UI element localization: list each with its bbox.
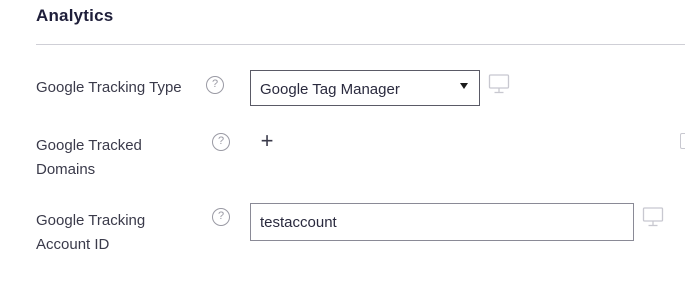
tracking-type-select[interactable]: Google Tag Manager <box>250 70 480 106</box>
tracked-domains-label-line1: Google Tracked <box>36 137 142 154</box>
tracking-type-selected-value: Google Tag Manager <box>260 81 400 98</box>
question-circle-icon[interactable]: ? <box>212 208 230 226</box>
question-circle-icon[interactable]: ? <box>212 133 230 151</box>
monitor-icon[interactable] <box>642 206 664 228</box>
chevron-down-icon <box>460 83 468 89</box>
section-title: Analytics <box>36 6 114 25</box>
monitor-icon[interactable] <box>680 133 685 149</box>
tracked-domains-label-line2: Domains <box>36 161 96 178</box>
tracking-type-label: Google Tracking Type <box>36 79 182 96</box>
monitor-icon[interactable] <box>488 73 510 95</box>
add-domain-button[interactable]: + <box>257 130 277 152</box>
section-divider <box>36 44 685 45</box>
account-id-label-line1: Google Tracking <box>36 212 146 229</box>
question-circle-icon[interactable]: ? <box>206 76 224 94</box>
account-id-input[interactable] <box>250 203 634 241</box>
account-id-label-line2: Account ID <box>36 236 110 253</box>
